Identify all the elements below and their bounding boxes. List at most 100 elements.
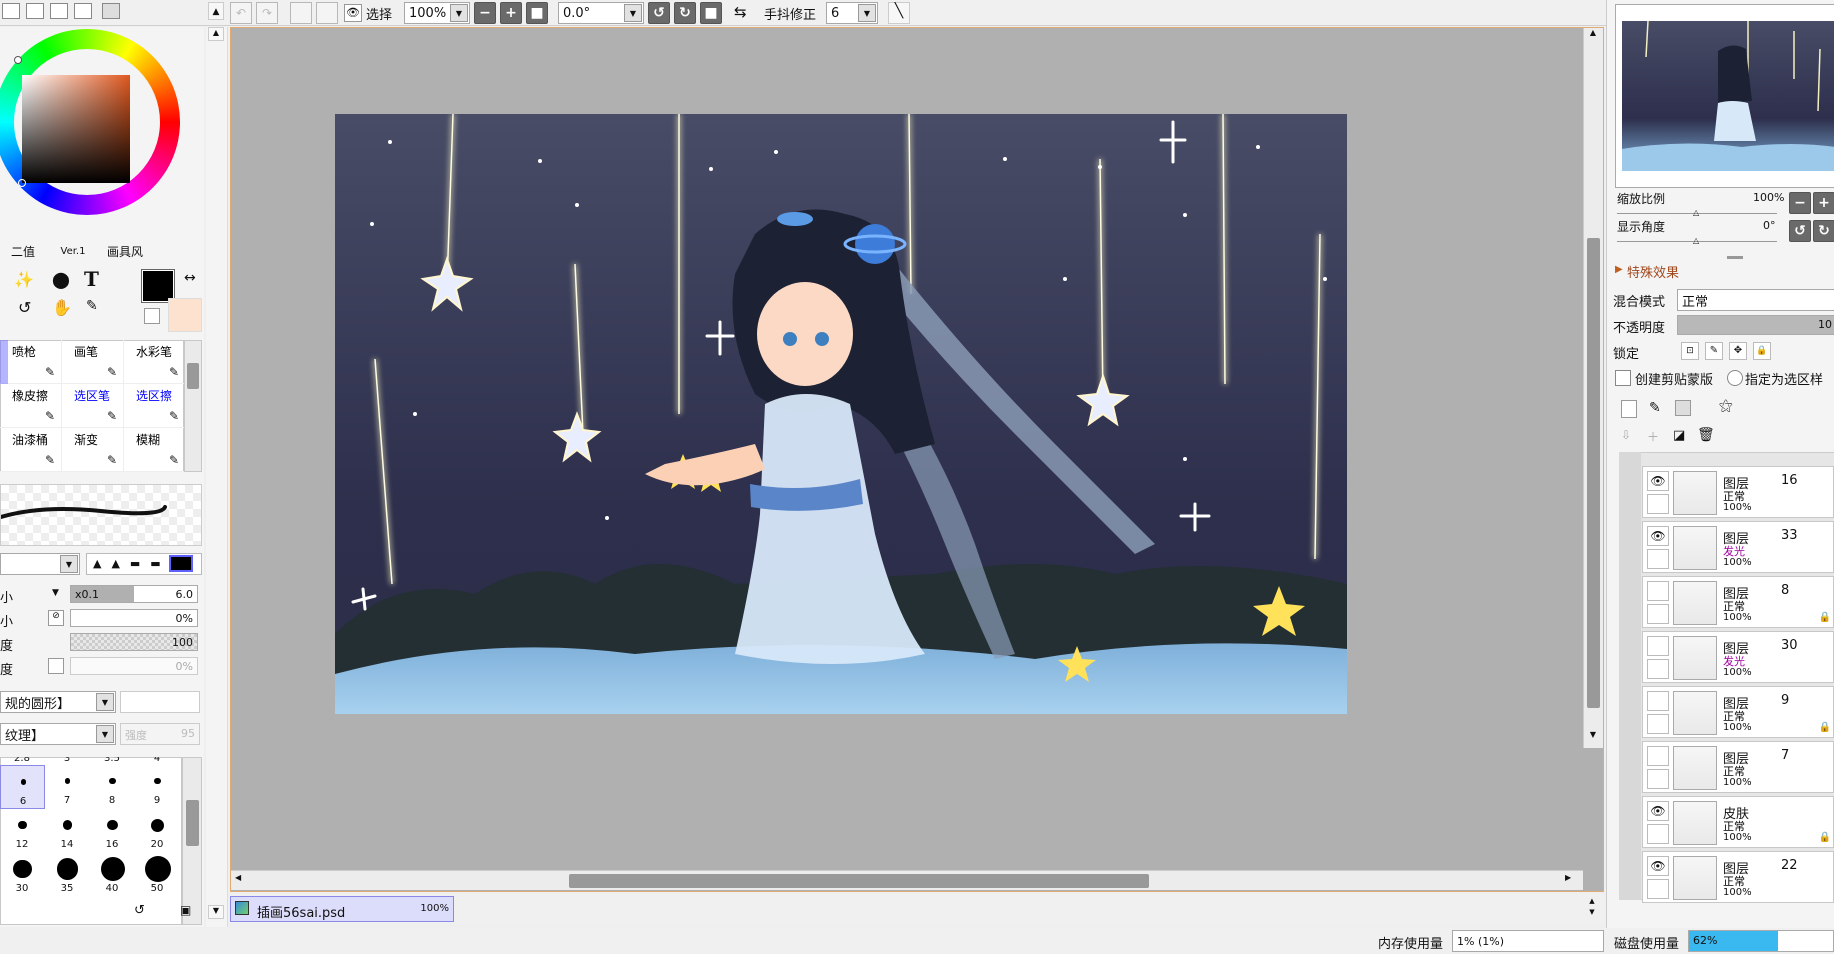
- lock-paint-icon[interactable]: ✎: [1705, 342, 1723, 360]
- eye-icon[interactable]: 👁: [1647, 526, 1669, 546]
- deselect-button[interactable]: [290, 2, 312, 24]
- new-linework-layer-icon[interactable]: ✎: [1649, 400, 1661, 416]
- brush-mode-dropdown-icon[interactable]: ▼: [60, 555, 78, 573]
- brush-size-cell[interactable]: 16: [90, 809, 135, 853]
- brush-slot[interactable]: 选区笔 ✎: [62, 384, 124, 428]
- nav-zoom-slider[interactable]: △: [1617, 206, 1777, 217]
- brush-slot[interactable]: 渐变 ✎: [62, 428, 124, 472]
- effects-expand-icon[interactable]: ▶: [1615, 264, 1623, 275]
- size-slider[interactable]: x0.1 6.0: [70, 585, 198, 603]
- brush-size-cell[interactable]: 14: [45, 809, 90, 853]
- shape-strength-field[interactable]: [120, 691, 200, 713]
- size-grid-scrollbar[interactable]: [182, 757, 202, 925]
- size-dropdown-icon[interactable]: ▼: [52, 588, 59, 598]
- min-size-slider[interactable]: 0%: [70, 609, 198, 627]
- layer-row[interactable]: 👁 皮肤 正常 100% 🔒: [1642, 796, 1834, 848]
- hidden-eye-icon[interactable]: [1647, 636, 1669, 656]
- effects-label[interactable]: 特殊效果: [1627, 262, 1679, 281]
- texture-strength-field[interactable]: 强度 95: [120, 723, 200, 745]
- secondary-color-swatch[interactable]: [168, 298, 202, 332]
- tabs-scroll-arrows[interactable]: ▲ ▼: [1582, 896, 1602, 922]
- nav-angle-slider[interactable]: △: [1617, 234, 1777, 245]
- brush-size-cell[interactable]: 50: [135, 853, 180, 897]
- blend-mode-dropdown[interactable]: 正常: [1677, 289, 1834, 311]
- binary-mode-button[interactable]: 二值: [0, 241, 46, 261]
- nav-zoom-out-button[interactable]: −: [1789, 192, 1811, 214]
- brush-slot[interactable]: 橡皮擦 ✎: [0, 384, 62, 428]
- canvas-hscrollbar[interactable]: ◀ ▶: [231, 870, 1583, 890]
- tip-shape-selector[interactable]: ▲▲▬▬■: [86, 553, 202, 575]
- layer-lock-toggle[interactable]: [1647, 494, 1669, 514]
- eye-icon[interactable]: 👁: [1647, 471, 1669, 491]
- brush-size-cell[interactable]: 35: [45, 853, 90, 897]
- artwork[interactable]: [335, 114, 1347, 714]
- invert-selection-button[interactable]: [316, 2, 338, 24]
- stabilizer-dropdown-icon[interactable]: ▼: [858, 4, 876, 22]
- reset-icon[interactable]: ↺: [134, 903, 145, 918]
- brush-size-cell[interactable]: 6: [0, 765, 45, 809]
- brush-slot[interactable]: 画笔 ✎: [62, 340, 124, 384]
- layer-list-scrollbar[interactable]: [1619, 452, 1641, 900]
- layer-effect-icon[interactable]: ⚝: [1719, 398, 1733, 414]
- lock-move-icon[interactable]: ✥: [1729, 342, 1747, 360]
- hue-marker[interactable]: [14, 56, 22, 64]
- shape-icon[interactable]: ⬤: [52, 270, 70, 289]
- zoom-reset-button[interactable]: ■: [526, 2, 548, 24]
- zoom-in-button[interactable]: +: [500, 2, 522, 24]
- layer-row[interactable]: 图层 8 正常 100% 🔒: [1642, 576, 1834, 628]
- blend-checkbox[interactable]: [48, 658, 64, 674]
- panel-layout-icon[interactable]: [50, 3, 68, 19]
- layer-row[interactable]: 👁 图层 22 正常 100%: [1642, 851, 1834, 903]
- layer-lock-toggle[interactable]: [1647, 659, 1669, 679]
- brush-slot[interactable]: 选区擦 ✎: [124, 384, 186, 428]
- delete-layer-icon[interactable]: 🗑: [1697, 427, 1715, 443]
- swap-colors-icon[interactable]: ↔: [184, 270, 196, 286]
- lasso-icon[interactable]: ↺: [18, 298, 31, 317]
- layer-lock-toggle[interactable]: [1647, 879, 1669, 899]
- layer-lock-toggle[interactable]: [1647, 769, 1669, 789]
- layer-row[interactable]: 图层 9 正常 100% 🔒: [1642, 686, 1834, 738]
- blend-slider[interactable]: 0%: [70, 657, 198, 675]
- clear-layer-icon[interactable]: ◪: [1673, 428, 1685, 443]
- redo-button[interactable]: ↷: [256, 2, 278, 24]
- layer-row[interactable]: 图层 7 正常 100%: [1642, 741, 1834, 793]
- layer-row[interactable]: 图层 30 发光 100%: [1642, 631, 1834, 683]
- collapse-panel-icon[interactable]: ▲: [208, 2, 224, 20]
- ver1-mode-button[interactable]: Ver.1: [48, 241, 98, 261]
- navigator-thumbnail[interactable]: [1615, 4, 1834, 188]
- angle-dropdown-icon[interactable]: ▼: [624, 4, 642, 22]
- eye-icon[interactable]: 👁: [1647, 856, 1669, 876]
- brush-slot[interactable]: 模糊 ✎: [124, 428, 186, 472]
- layer-lock-toggle[interactable]: [1647, 714, 1669, 734]
- eye-icon[interactable]: 👁: [344, 4, 362, 22]
- select-source-radio[interactable]: [1727, 370, 1743, 386]
- splitter-handle[interactable]: [1727, 256, 1743, 259]
- panel-layout-icon[interactable]: [102, 3, 120, 19]
- clip-checkbox[interactable]: [1615, 370, 1631, 386]
- nav-rotate-left-button[interactable]: ↺: [1789, 220, 1811, 242]
- line-tool-icon[interactable]: ╲: [888, 2, 910, 24]
- save-icon[interactable]: ▣: [180, 903, 191, 917]
- lock-transparency-icon[interactable]: ⊡: [1681, 342, 1699, 360]
- layer-row[interactable]: 👁 图层 33 发光 100%: [1642, 521, 1834, 573]
- transparent-color-icon[interactable]: [144, 308, 160, 324]
- panel-layout-icon[interactable]: [74, 3, 92, 19]
- eye-icon[interactable]: 👁: [1647, 801, 1669, 821]
- layer-lock-toggle[interactable]: [1647, 824, 1669, 844]
- brush-size-cell[interactable]: 9: [135, 765, 180, 809]
- nav-rotate-right-button[interactable]: ↻: [1813, 220, 1834, 242]
- hand-icon[interactable]: ✋: [52, 298, 72, 317]
- brush-size-cell[interactable]: 8: [90, 765, 135, 809]
- panel-layout-icon[interactable]: [2, 3, 20, 19]
- rotate-left-button[interactable]: ↺: [648, 2, 670, 24]
- flip-icon[interactable]: ⇆: [734, 3, 747, 21]
- opacity-slider[interactable]: 10: [1677, 315, 1834, 335]
- undo-button[interactable]: ↶: [230, 2, 252, 24]
- eyedropper-icon[interactable]: ✎: [86, 298, 98, 314]
- panel-layout-icon[interactable]: [26, 3, 44, 19]
- hidden-eye-icon[interactable]: [1647, 581, 1669, 601]
- brush-grid-scrollbar[interactable]: [184, 340, 202, 472]
- sv-square[interactable]: [22, 75, 130, 183]
- brush-slot[interactable]: 喷枪 ✎: [0, 340, 62, 384]
- panel-splitter[interactable]: ▲ ▼: [206, 27, 228, 927]
